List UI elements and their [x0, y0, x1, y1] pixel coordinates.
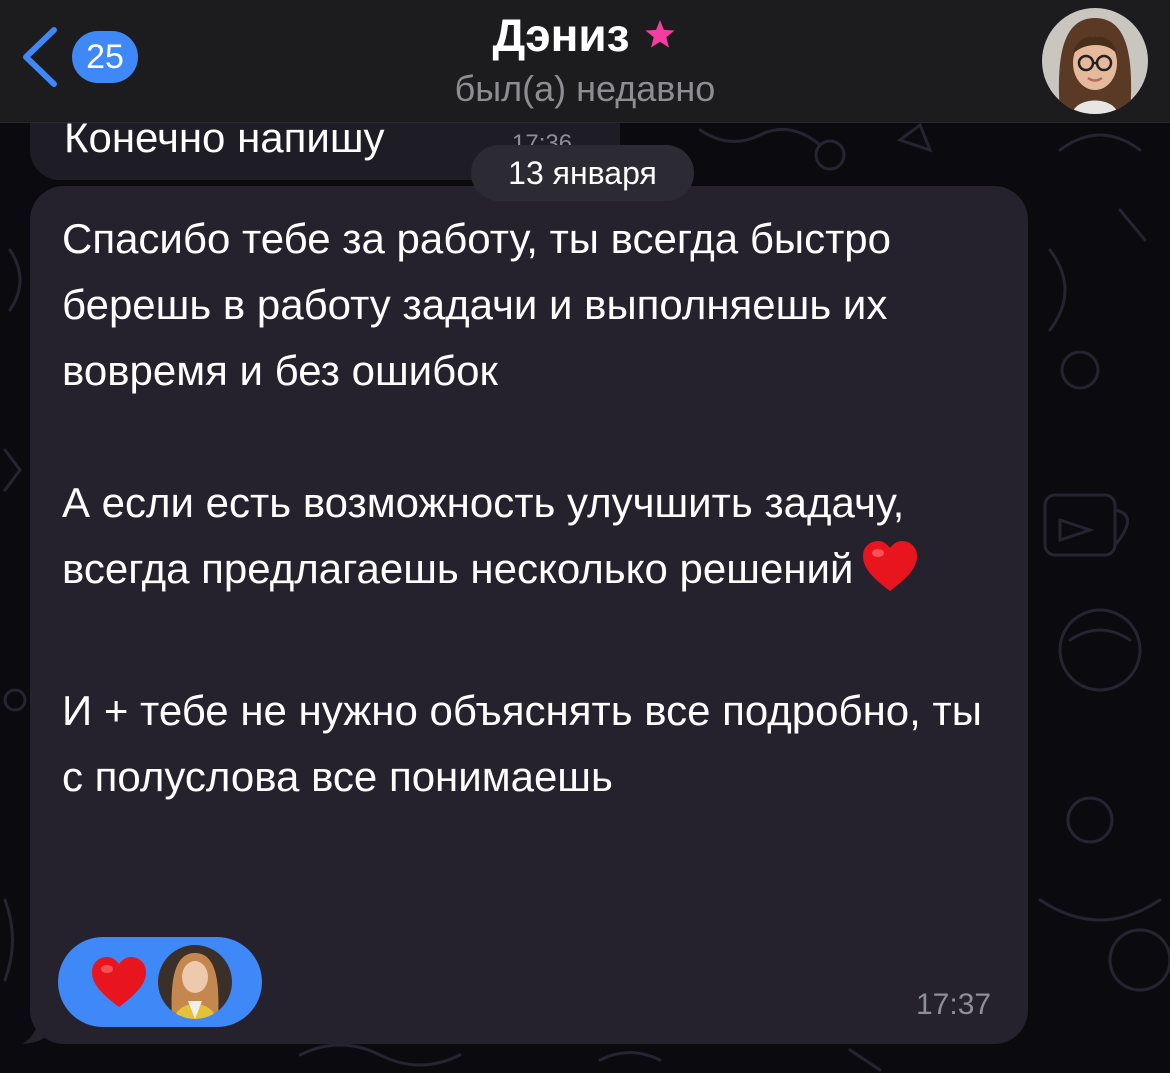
chat-header: 25 Дэниз был(а) недавно	[0, 0, 1170, 123]
chat-title-area[interactable]: Дэниз был(а) недавно	[0, 8, 1170, 110]
last-seen-status: был(а) недавно	[454, 68, 716, 109]
message-paragraph-3: И + тебе не нужно объяснять все подробно…	[62, 687, 982, 800]
star-icon	[644, 20, 675, 48]
reactor-avatar	[158, 945, 232, 1019]
heart-icon	[861, 539, 919, 612]
contact-avatar[interactable]	[1042, 8, 1148, 114]
contact-name: Дэниз	[492, 9, 630, 61]
message-time: 17:37	[916, 988, 992, 1021]
message-text: Спасибо тебе за работу, ты всегда быстро…	[62, 206, 1012, 810]
date-separator: 13 января	[471, 145, 694, 201]
heart-icon	[92, 957, 146, 1007]
reaction-chip[interactable]	[58, 937, 262, 1027]
message-paragraph-2: А если есть возможность улучшить задачу,…	[62, 479, 905, 592]
message-bubble[interactable]: Спасибо тебе за работу, ты всегда быстро…	[30, 186, 1028, 1044]
message-paragraph-1: Спасибо тебе за работу, ты всегда быстро…	[62, 215, 892, 394]
